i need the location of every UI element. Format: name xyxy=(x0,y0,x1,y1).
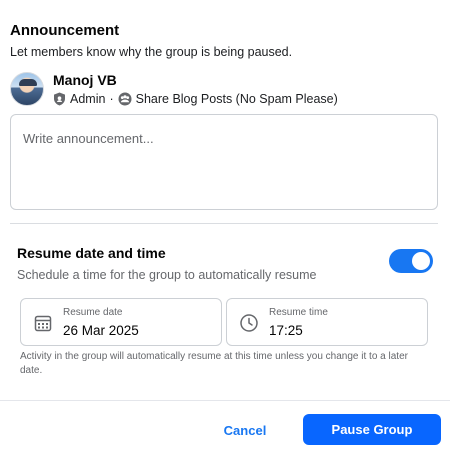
user-meta: Admin · Share Blog Posts (No Spam Please… xyxy=(53,91,338,107)
user-role: Admin xyxy=(70,92,106,106)
resume-header: Resume date and time Schedule a time for… xyxy=(17,245,435,283)
resume-date-label: Resume date xyxy=(63,307,123,318)
announcement-header: Announcement Let members know why the gr… xyxy=(10,22,438,60)
announcement-input[interactable] xyxy=(10,114,438,210)
resume-date-field[interactable]: Resume date 26 Mar 2025 xyxy=(20,298,222,346)
section-divider xyxy=(10,223,438,224)
user-row: Manoj VB Admin · Share Blog Posts (No Sp… xyxy=(10,72,440,110)
resume-subtitle: Schedule a time for the group to automat… xyxy=(17,268,317,282)
resume-date-value: 26 Mar 2025 xyxy=(63,323,139,338)
group-name: Share Blog Posts (No Spam Please) xyxy=(135,92,338,106)
resume-title: Resume date and time xyxy=(17,245,166,261)
user-name: Manoj VB xyxy=(53,72,117,88)
footer-divider xyxy=(0,400,450,401)
toggle-knob xyxy=(412,252,430,270)
announcement-subtitle: Let members know why the group is being … xyxy=(10,45,293,59)
avatar xyxy=(10,72,44,106)
shield-icon xyxy=(53,92,66,106)
resume-toggle[interactable] xyxy=(389,249,433,273)
cancel-button[interactable]: Cancel xyxy=(205,415,285,445)
announcement-title: Announcement xyxy=(10,22,120,39)
clock-icon xyxy=(239,313,259,333)
meta-separator: · xyxy=(109,92,114,106)
calendar-icon xyxy=(33,313,53,333)
resume-time-field[interactable]: Resume time 17:25 xyxy=(226,298,428,346)
resume-hint: Activity in the group will automatically… xyxy=(20,351,408,376)
resume-time-value: 17:25 xyxy=(269,323,303,338)
group-icon xyxy=(118,92,132,106)
pause-group-button[interactable]: Pause Group xyxy=(303,414,441,445)
resume-time-label: Resume time xyxy=(269,307,328,318)
